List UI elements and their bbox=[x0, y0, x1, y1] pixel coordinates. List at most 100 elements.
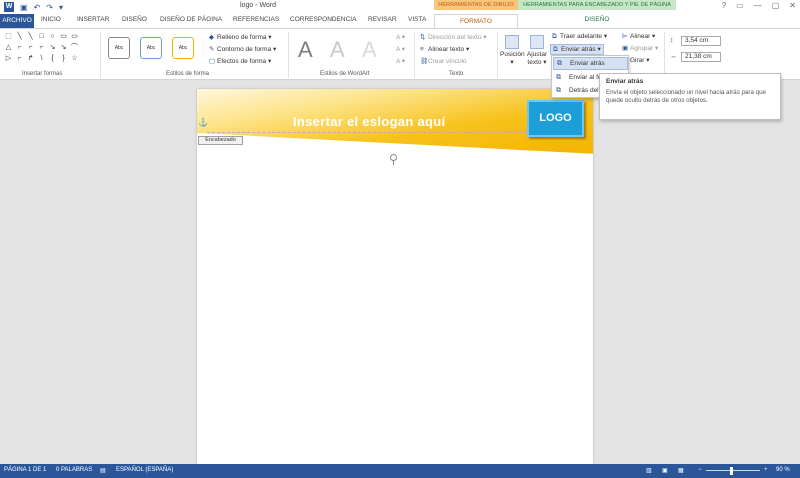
tab-vista[interactable]: VISTA bbox=[408, 16, 426, 23]
header-boundary bbox=[207, 132, 537, 133]
shape-icon[interactable]: ⌒ bbox=[70, 44, 79, 52]
page-count[interactable]: PÁGINA 1 DE 1 bbox=[4, 467, 46, 473]
menu-item-enviar-atras[interactable]: ⧉ Enviar atrás bbox=[553, 57, 628, 70]
shape-icon[interactable]: △ bbox=[4, 44, 13, 52]
height-icon: ↕ bbox=[670, 37, 674, 44]
pen-icon: ✎ bbox=[209, 46, 215, 53]
shape-icon[interactable]: ⬚ bbox=[4, 33, 13, 41]
context-label-drawing-tools: HERRAMIENTAS DE DIBUJO bbox=[434, 0, 518, 10]
shapes-gallery[interactable]: ⬚ ╲ ╲ □ ○ ▭ ▭ △ ⌐ ⌐ ⌐ ↘ ↘ ⌒ ▷ ⌐ ↱ \ { } … bbox=[4, 33, 79, 63]
width-icon: ↔ bbox=[670, 53, 677, 60]
shape-icon[interactable]: ○ bbox=[48, 33, 57, 41]
shape-icon[interactable]: ↱ bbox=[26, 55, 35, 63]
tab-insertar[interactable]: INSERTAR bbox=[77, 16, 109, 23]
position-icon bbox=[505, 35, 519, 49]
window-controls: ? ▭ — ▢ ✕ bbox=[722, 1, 796, 10]
text-fill-icon[interactable]: A ▾ bbox=[396, 33, 405, 41]
document-page[interactable]: Insertar el eslogan aquí LOGO ⚓ Encabeza… bbox=[197, 89, 593, 464]
rotate-handle[interactable] bbox=[390, 154, 397, 161]
tab-revisar[interactable]: REVISAR bbox=[368, 16, 397, 23]
document-canvas: Insertar el eslogan aquí LOGO ⚓ Encabeza… bbox=[0, 80, 800, 464]
shape-icon[interactable]: □ bbox=[37, 33, 46, 41]
shape-icon[interactable]: ▭ bbox=[59, 33, 68, 41]
print-layout-icon[interactable]: ▣ bbox=[662, 467, 668, 474]
shape-icon[interactable]: ⌐ bbox=[26, 44, 35, 52]
zoom-in-icon[interactable]: + bbox=[764, 467, 768, 473]
shape-icon[interactable]: ▷ bbox=[4, 55, 13, 63]
ribbon-display-icon[interactable]: ▭ bbox=[736, 1, 744, 10]
anchor-icon: ⚓ bbox=[198, 118, 208, 127]
shape-icon[interactable]: } bbox=[59, 55, 68, 63]
language[interactable]: ESPAÑOL (ESPAÑA) bbox=[116, 467, 173, 473]
tab-diseno-header-footer[interactable]: DISEÑO bbox=[518, 16, 676, 23]
zoom-level[interactable]: 90 % bbox=[776, 467, 790, 473]
relleno-forma-button[interactable]: ◆ Relleno de forma ▾ bbox=[209, 33, 272, 41]
shape-style-2[interactable]: Abc bbox=[140, 37, 162, 59]
proofing-icon[interactable]: ▤ bbox=[100, 467, 106, 474]
maximize-button[interactable]: ▢ bbox=[772, 1, 780, 10]
word-app-icon[interactable]: W bbox=[4, 2, 14, 12]
group-label-texto: Texto bbox=[449, 71, 464, 77]
tab-formato[interactable]: FORMATO bbox=[434, 14, 518, 29]
bring-forward-icon: ⧉ bbox=[552, 33, 557, 40]
zoom-slider[interactable] bbox=[706, 470, 760, 471]
shape-style-1[interactable]: Abc bbox=[108, 37, 130, 59]
minimize-button[interactable]: — bbox=[754, 1, 762, 10]
posicion-button[interactable]: Posición ▾ bbox=[500, 35, 525, 66]
shape-icon[interactable]: ╲ bbox=[26, 33, 35, 41]
zoom-out-icon[interactable]: − bbox=[698, 467, 702, 473]
word-count[interactable]: 0 PALABRAS bbox=[56, 467, 92, 473]
ajustar-texto-button[interactable]: Ajustar texto ▾ bbox=[526, 35, 548, 66]
tab-correspondencia[interactable]: CORRESPONDENCIA bbox=[290, 16, 356, 23]
text-effects-icon[interactable]: A ▾ bbox=[396, 57, 405, 65]
contorno-forma-button[interactable]: ✎ Contorno de forma ▾ bbox=[209, 45, 276, 53]
tab-archivo[interactable]: ARCHIVO bbox=[0, 14, 34, 28]
zoom-slider-thumb[interactable] bbox=[730, 467, 733, 475]
crear-vinculo-button[interactable]: ⛓Crear vínculo bbox=[420, 57, 467, 65]
shape-icon[interactable]: { bbox=[48, 55, 57, 63]
logo-shape[interactable]: LOGO bbox=[527, 100, 584, 137]
tab-referencias[interactable]: REFERENCIAS bbox=[233, 16, 279, 23]
group-separator bbox=[414, 32, 415, 78]
shape-icon[interactable]: ☆ bbox=[70, 55, 79, 63]
group-label-insertar-formas: Insertar formas bbox=[22, 71, 63, 77]
tab-inicio[interactable]: INICIO bbox=[41, 16, 61, 23]
shape-icon[interactable]: ⌐ bbox=[37, 44, 46, 52]
traer-adelante-button[interactable]: ⧉ Traer adelante ▾ bbox=[552, 32, 607, 41]
tab-diseno-pagina[interactable]: DISEÑO DE PÁGINA bbox=[160, 16, 222, 23]
close-button[interactable]: ✕ bbox=[789, 1, 796, 10]
shape-icon[interactable]: ▭ bbox=[70, 33, 79, 41]
group-separator bbox=[664, 32, 665, 78]
wordart-style-3[interactable]: A bbox=[362, 37, 377, 63]
tab-diseno[interactable]: DISEÑO bbox=[122, 16, 147, 23]
shape-icon[interactable]: ⌐ bbox=[15, 44, 24, 52]
shape-icon[interactable]: ╲ bbox=[15, 33, 24, 41]
shape-style-3[interactable]: Abc bbox=[172, 37, 194, 59]
width-input[interactable]: 21,38 cm bbox=[681, 52, 721, 62]
enviar-atras-button[interactable]: ⧉ Enviar atrás ▾ bbox=[550, 44, 604, 55]
wordart-style-2[interactable]: A bbox=[330, 37, 345, 63]
read-mode-icon[interactable]: ▥ bbox=[646, 467, 652, 474]
help-icon[interactable]: ? bbox=[722, 1, 726, 10]
agrupar-button[interactable]: ▣ Agrupar ▾ bbox=[622, 44, 658, 52]
direccion-texto-button[interactable]: ⇅ Dirección del texto ▾ bbox=[420, 33, 487, 41]
context-label-header-footer-tools: HERRAMIENTAS PARA ENCABEZADO Y PIE DE PÁ… bbox=[518, 0, 676, 10]
align-icon: ⊫ bbox=[622, 33, 628, 40]
height-input[interactable]: 3,54 cm bbox=[681, 36, 721, 46]
slogan-text[interactable]: Insertar el eslogan aquí bbox=[293, 114, 445, 129]
efectos-forma-button[interactable]: ▢ Efectos de forma ▾ bbox=[209, 57, 271, 65]
tooltip-body: Envía el objeto seleccionado un nivel ha… bbox=[606, 89, 766, 104]
redo-icon[interactable]: ↷ bbox=[46, 3, 53, 12]
alinear-texto-button[interactable]: ≡ Alinear texto ▾ bbox=[420, 45, 469, 53]
shape-icon[interactable]: ↘ bbox=[59, 44, 68, 52]
shape-icon[interactable]: \ bbox=[37, 55, 46, 63]
shape-icon[interactable]: ⌐ bbox=[15, 55, 24, 63]
alinear-button[interactable]: ⊫ Alinear ▾ bbox=[622, 32, 655, 40]
undo-icon[interactable]: ↶ bbox=[34, 3, 41, 12]
web-layout-icon[interactable]: ▦ bbox=[678, 467, 684, 474]
save-icon[interactable]: ▣ bbox=[20, 3, 28, 12]
customize-qat-icon[interactable]: ▾ bbox=[59, 3, 63, 12]
wordart-style-1[interactable]: A bbox=[298, 37, 313, 63]
shape-icon[interactable]: ↘ bbox=[48, 44, 57, 52]
text-outline-icon[interactable]: A ▾ bbox=[396, 45, 405, 53]
